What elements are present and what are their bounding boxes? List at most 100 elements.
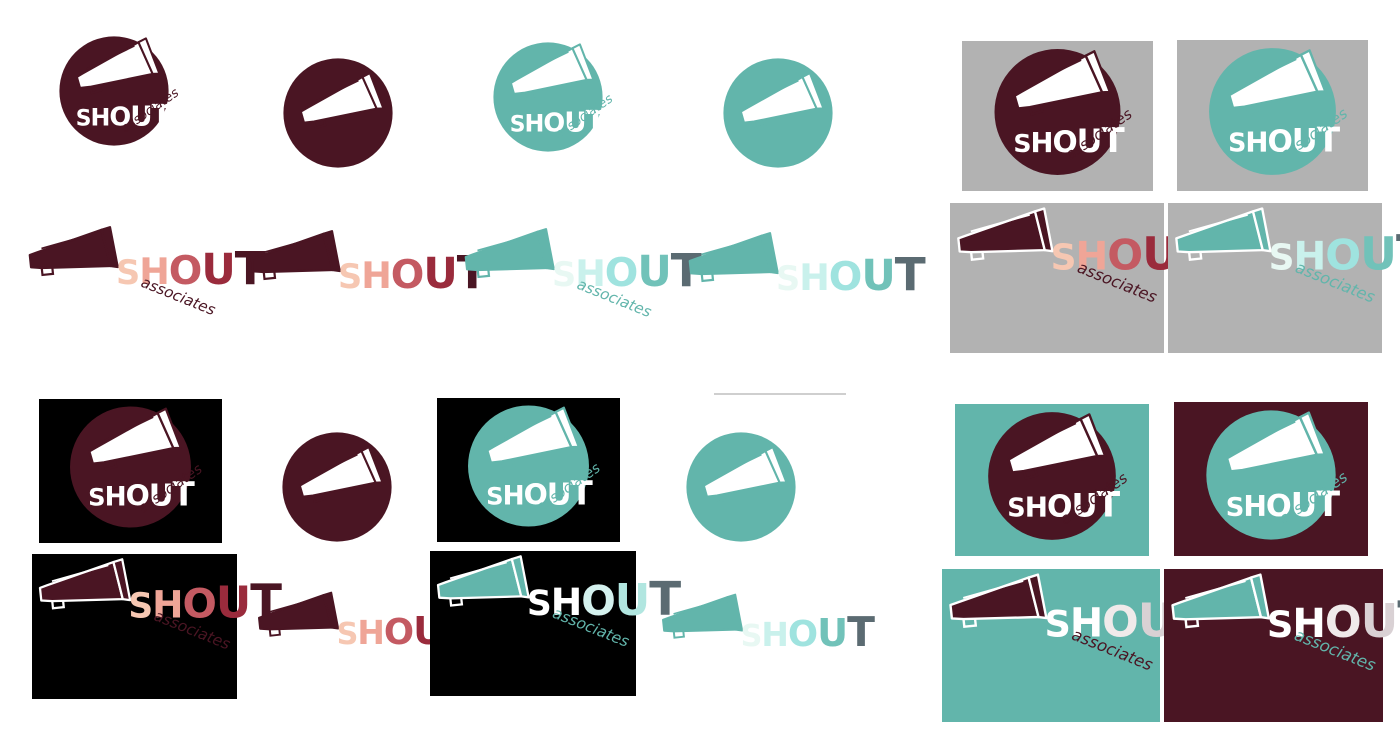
wordmark-text: SHOUT	[552, 244, 702, 297]
wordmark-letter: U	[423, 250, 456, 299]
logo-variant-t: SHOUT	[656, 590, 876, 672]
logo-variant-p	[676, 422, 806, 552]
logo-svg: SHOUTassociates	[28, 226, 267, 319]
wordmark-letter: S	[527, 584, 551, 624]
wordmark-letter: H	[525, 110, 544, 138]
logo-svg: SHOUTassociates	[437, 398, 620, 542]
megaphone-icon	[464, 228, 555, 279]
logo-variant-c: SHOUT associates	[478, 36, 618, 166]
wordmark-letter: S	[741, 619, 762, 654]
wordmark-letter: S	[1226, 493, 1244, 523]
wordmark-letter: H	[91, 104, 110, 132]
logo-svg: SHOUTassociates	[955, 404, 1149, 556]
wordmark-letter: U	[637, 248, 670, 297]
wordmark-letter: S	[1007, 493, 1024, 523]
logo-variant-r: SHOUT	[252, 588, 472, 670]
wordmark-letter: S	[1228, 128, 1245, 158]
logo-variant-s: SHOUT associates	[430, 551, 682, 696]
logo-svg: SHOUT	[662, 593, 876, 656]
logo-svg	[282, 432, 392, 542]
wordmark-letter: S	[88, 483, 104, 511]
megaphone-icon	[28, 226, 119, 277]
logo-svg: SHOUTassociates	[32, 554, 283, 699]
wordmark-letter: H	[1243, 490, 1266, 523]
wordmark-letter: H	[1245, 126, 1267, 159]
logo-variant-g: SHOUT associates	[458, 224, 703, 321]
wordmark-letter: H	[761, 615, 788, 654]
wordmark-letter: O	[829, 254, 862, 300]
logo-svg: SHOUTassociates	[1174, 402, 1368, 556]
logo-variant-h: SHOUT	[682, 228, 927, 310]
wordmark-letter: O	[788, 614, 817, 655]
logo-variant-x: SHOUTassociates	[1164, 569, 1400, 722]
wordmark-letter: U	[615, 575, 649, 626]
wordmark-letter: U	[216, 579, 250, 629]
wordmark-letter: H	[357, 613, 384, 652]
wordmark-letter: S	[486, 482, 502, 510]
wordmark-letter: U	[1360, 227, 1396, 280]
megaphone-icon	[250, 230, 341, 281]
logo-svg: SHOUTassociates	[493, 42, 616, 152]
logo-svg: SHOUT	[258, 591, 472, 654]
logo-variant-b	[268, 48, 408, 178]
megaphone-icon	[688, 232, 779, 283]
wordmark-text: SHOUT	[741, 608, 875, 656]
logo-variant-m: SHOUT associates	[39, 399, 222, 543]
wordmark-letter: S	[1013, 129, 1030, 158]
logo-variant-n	[272, 422, 402, 552]
wordmark-letter: S	[776, 259, 799, 298]
logo-svg	[723, 58, 833, 168]
logo-svg: SHOUTassociates	[430, 551, 682, 696]
wordmark-letter: O	[391, 252, 424, 298]
logo-variant-j: SHOUT associates	[1177, 40, 1368, 191]
wordmark-letter: H	[1025, 490, 1047, 523]
wordmark-letter: H	[1031, 128, 1053, 159]
logo-svg: SHOUT	[250, 230, 489, 299]
wordmark-letter: U	[861, 252, 894, 301]
logo-variant-v: SHOUT associates	[1174, 402, 1368, 556]
wordmark-letter: S	[337, 617, 358, 652]
wordmark-letter: T	[847, 608, 875, 656]
wordmark-letter: S	[552, 255, 575, 294]
logo-variant-o: SHOUT associates	[437, 398, 620, 542]
wordmark-letter: T	[895, 248, 926, 301]
wordmark-letter: H	[105, 482, 126, 512]
logo-variant-d	[708, 48, 848, 178]
logo-variant-k: SHOUTassociates	[950, 203, 1212, 353]
wordmark-letter: S	[338, 257, 361, 296]
wordmark-letter: S	[1044, 603, 1069, 646]
logo-variant-e: SHOUT associates	[22, 222, 267, 319]
megaphone-icon	[258, 591, 340, 637]
logo-svg: SHOUTassociates	[1177, 40, 1368, 191]
wordmark-letter: H	[503, 481, 524, 511]
logo-svg: SHOUTassociates	[1164, 569, 1400, 722]
wordmark-letter: T	[1396, 225, 1400, 281]
wordmark-letter: S	[1269, 237, 1294, 278]
divider-line	[714, 393, 846, 395]
logo-svg	[283, 58, 393, 168]
wordmark-letter: U	[817, 612, 847, 656]
logo-svg: SHOUTassociates	[464, 228, 703, 321]
wordmark-letter: U	[201, 246, 234, 295]
wordmark-letter: S	[1267, 603, 1292, 646]
logo-variant-q: SHOUT associates	[32, 554, 283, 699]
wordmark-letter: S	[76, 107, 91, 132]
logo-svg: SHOUT	[688, 232, 927, 301]
logo-variant-w: SHOUTassociates	[942, 569, 1209, 722]
wordmark-text: SHOUT	[776, 248, 926, 301]
wordmark-letter: O	[384, 612, 413, 653]
wordmark-letter: S	[116, 253, 139, 292]
logo-svg	[686, 432, 796, 542]
wordmark-letter: H	[361, 254, 391, 297]
logo-variant-f: SHOUT	[244, 226, 489, 308]
logo-variant-i: SHOUT associates	[962, 41, 1153, 191]
logo-svg: SHOUTassociates	[950, 203, 1212, 353]
wordmark-letter: H	[799, 256, 829, 299]
megaphone-icon	[662, 593, 744, 639]
wordmark-letter: S	[510, 113, 525, 138]
logo-svg: SHOUTassociates	[39, 399, 222, 543]
logo-svg: SHOUTassociates	[962, 41, 1153, 191]
logo-svg: SHOUTassociates	[59, 36, 182, 146]
logo-variant-a: SHOUT associates	[44, 30, 184, 160]
logo-svg: SHOUTassociates	[942, 569, 1209, 722]
